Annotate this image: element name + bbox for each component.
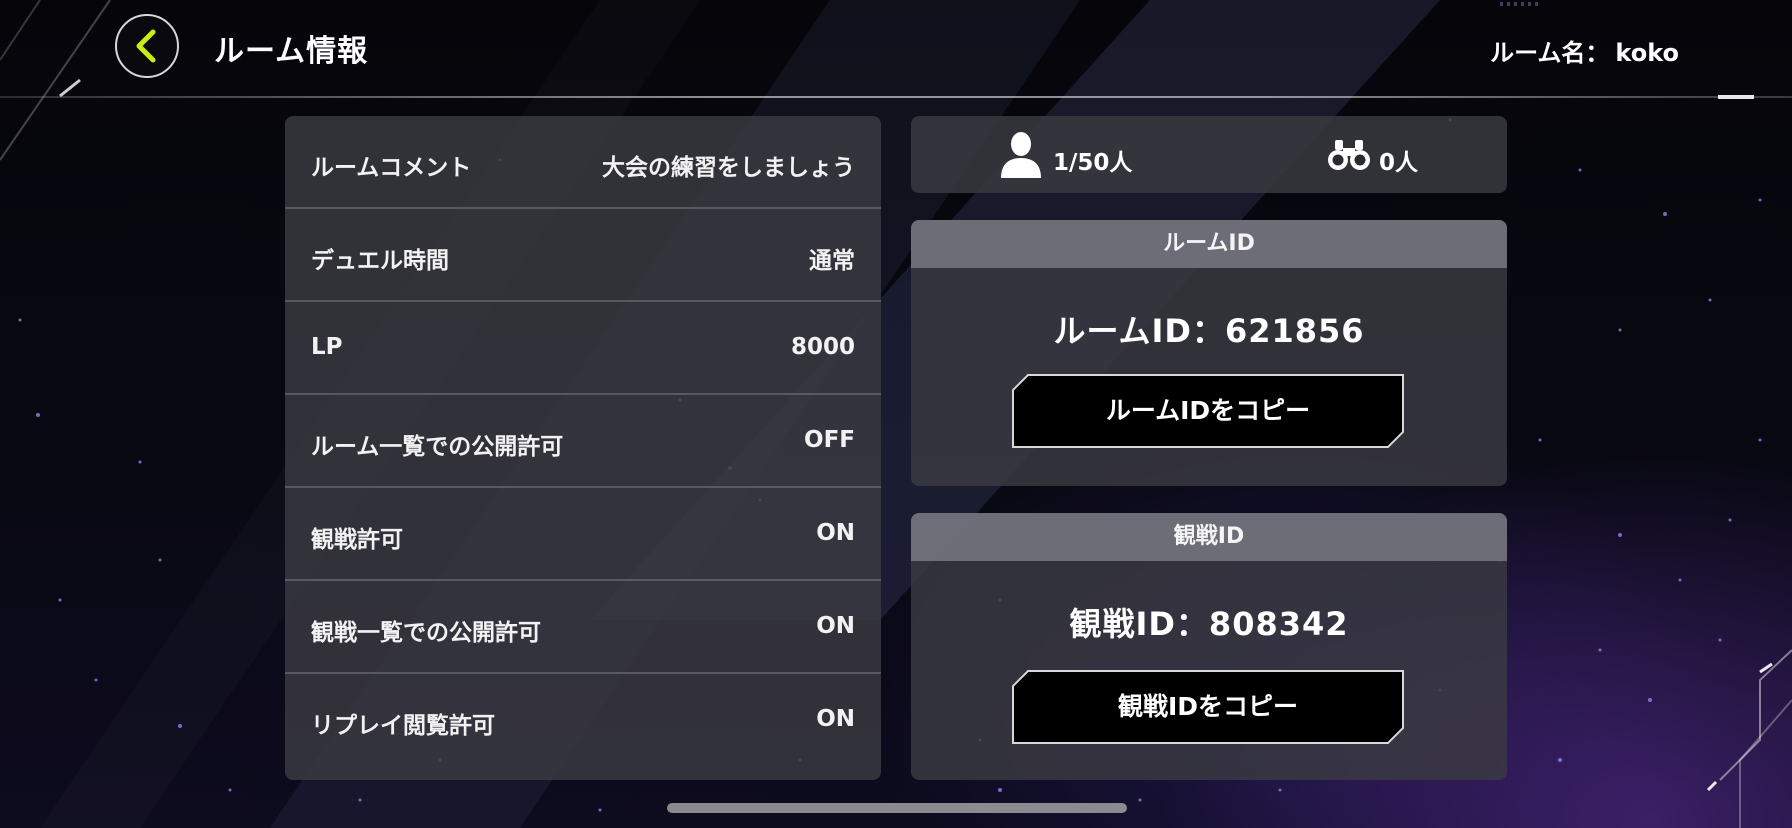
setting-value: OFF	[804, 427, 855, 453]
setting-value: ON	[816, 706, 855, 732]
header-divider	[0, 96, 1792, 98]
home-indicator[interactable]	[667, 803, 1127, 813]
setting-row-room-list-public: ルーム一覧での公開許可 OFF	[285, 395, 881, 488]
copy-room-id-button[interactable]: ルームIDをコピー	[1012, 374, 1404, 448]
setting-row-spectate-allowed: 観戦許可 ON	[285, 488, 881, 581]
room-id-value: ルームID：621856	[1053, 312, 1365, 350]
spectator-count-text: 0人	[1379, 150, 1419, 176]
setting-label: デュエル時間	[311, 248, 449, 274]
setting-label: ルームコメント	[311, 155, 472, 181]
player-count-text: 1/50人	[1053, 150, 1133, 176]
setting-value: 通常	[809, 248, 855, 274]
copy-room-id-label: ルームIDをコピー	[1105, 396, 1311, 425]
setting-label: ルーム一覧での公開許可	[311, 434, 564, 460]
copy-spectate-id-label: 観戦IDをコピー	[1117, 692, 1299, 721]
room-settings-panel: ルームコメント 大会の練習をしましょう デュエル時間 通常 LP 8000 ルー…	[285, 116, 881, 780]
header: ルーム情報 ルーム名： koko	[0, 0, 1792, 100]
spectate-id-value: 観戦ID：808342	[1069, 605, 1349, 643]
setting-row-duel-time: デュエル時間 通常	[285, 209, 881, 302]
setting-label: リプレイ閲覧許可	[311, 713, 495, 739]
room-name: ルーム名： koko	[1484, 33, 1679, 68]
setting-value: 8000	[790, 334, 855, 360]
copy-spectate-id-button[interactable]: 観戦IDをコピー	[1012, 670, 1404, 744]
setting-value: 大会の練習をしましょう	[602, 155, 855, 181]
binoculars-icon	[1328, 140, 1370, 170]
header-divider-accent	[1718, 95, 1754, 99]
setting-label: 観戦許可	[311, 527, 403, 553]
setting-value: ON	[816, 613, 855, 639]
room-id-card: ルームID ルームID：621856 ルームIDをコピー	[911, 220, 1507, 486]
spectate-id-card-header: 観戦ID	[911, 513, 1507, 561]
room-id-card-header: ルームID	[911, 220, 1507, 268]
setting-row-spectate-list-public: 観戦一覧での公開許可 ON	[285, 581, 881, 674]
participant-counts: 1/50人 0人	[911, 116, 1507, 193]
chevron-left-icon	[136, 29, 156, 63]
background-decoration	[0, 0, 1792, 828]
back-button[interactable]	[115, 14, 179, 78]
page-title: ルーム情報	[214, 34, 369, 69]
room-info-screen: ルーム情報 ルーム名： koko ルームコメント 大会の練習をしましょう デュエル…	[0, 0, 1792, 828]
setting-label: LP	[311, 334, 343, 360]
setting-row-room-comment: ルームコメント 大会の練習をしましょう	[285, 116, 881, 209]
person-icon	[1001, 132, 1041, 178]
room-name-value: koko	[1615, 39, 1679, 67]
spectate-id-card: 観戦ID 観戦ID：808342 観戦IDをコピー	[911, 513, 1507, 780]
setting-row-replay-allowed: リプレイ閲覧許可 ON	[285, 674, 881, 767]
setting-value: ON	[816, 520, 855, 546]
room-name-label: ルーム名：	[1490, 39, 1610, 67]
setting-label: 観戦一覧での公開許可	[311, 620, 541, 646]
setting-row-lp: LP 8000	[285, 302, 881, 395]
